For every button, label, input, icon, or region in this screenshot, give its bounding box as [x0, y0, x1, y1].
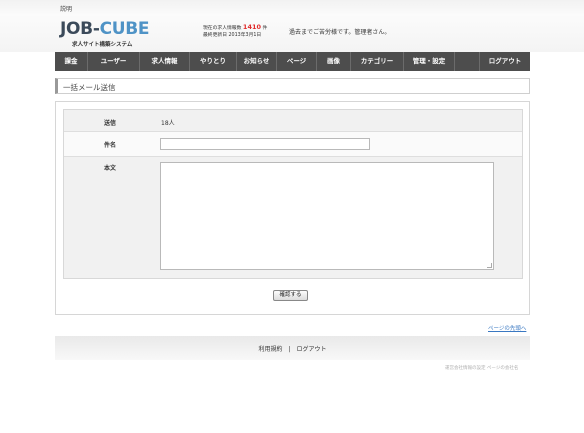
stats-prefix: 現在の求人情報数 [203, 26, 242, 31]
help-link[interactable]: 説明 [60, 4, 72, 13]
send-label: 送信 [104, 120, 117, 127]
footer: 利用規約 | ログアウト [55, 336, 530, 360]
page-title: 一括メール送信 [63, 83, 116, 92]
logo-subtitle: 求人サイト構築システム [72, 42, 133, 48]
body-label: 本文 [104, 165, 117, 172]
nav-news[interactable]: お知らせ [237, 52, 277, 71]
confirm-button[interactable]: 確認する [273, 290, 308, 301]
subject-label: 件名 [104, 142, 117, 149]
nav-images[interactable]: 画像 [317, 52, 351, 71]
subject-row: 件名 [64, 132, 522, 157]
stats-unit: 件 [262, 26, 268, 31]
body-textarea[interactable] [160, 162, 494, 270]
page-title-box: 一括メール送信 [55, 78, 530, 94]
copyright-text: 運営会社情報の設定 ページの会社名 [445, 366, 519, 371]
footer-links: 利用規約 | ログアウト [55, 344, 530, 353]
recipient-count: 18人 [161, 120, 175, 127]
nav-pages[interactable]: ページ [277, 52, 317, 71]
mail-form-panel: 送信 18人 件名 本文 確認する [55, 101, 530, 315]
logo-main: JOB- [60, 19, 100, 39]
nav-users[interactable]: ユーザー [88, 52, 140, 71]
resize-handle-icon[interactable] [487, 263, 492, 268]
back-to-top-link[interactable]: ページの先頭へ [488, 324, 526, 332]
mail-form-table: 送信 18人 件名 本文 [63, 109, 523, 279]
site-logo[interactable]: JOB-CUBE [60, 19, 150, 39]
subject-input[interactable] [160, 138, 370, 150]
body-row: 本文 [64, 157, 522, 278]
welcome-message: 過去までご苦労様です。管理者さん。 [289, 29, 391, 36]
job-count: 1410 [242, 23, 262, 31]
nav-billing[interactable]: 課金 [55, 52, 88, 71]
job-stats: 現在の求人情報数 1410 件 最終更新日 2013年3月1日 [203, 24, 267, 39]
main-nav: 課金 ユーザー 求人情報 やりとり お知らせ ページ 画像 カテゴリー 管理・設… [55, 52, 530, 71]
nav-blank [455, 52, 480, 71]
top-bar: 説明 [0, 0, 584, 14]
footer-separator: | [288, 346, 291, 353]
nav-categories[interactable]: カテゴリー [351, 52, 404, 71]
footer-logout-link[interactable]: ログアウト [297, 346, 327, 353]
nav-logout[interactable]: ログアウト [480, 52, 530, 71]
nav-messages[interactable]: やりとり [190, 52, 237, 71]
footer-terms-link[interactable]: 利用規約 [258, 346, 282, 353]
nav-job-info[interactable]: 求人情報 [140, 52, 190, 71]
last-updated: 最終更新日 2013年3月1日 [203, 33, 262, 38]
header: JOB-CUBE 求人サイト構築システム 現在の求人情報数 1410 件 最終更… [0, 14, 584, 52]
logo-accent: CUBE [99, 19, 150, 39]
nav-settings[interactable]: 管理・設定 [404, 52, 455, 71]
send-row: 送信 18人 [64, 110, 522, 132]
